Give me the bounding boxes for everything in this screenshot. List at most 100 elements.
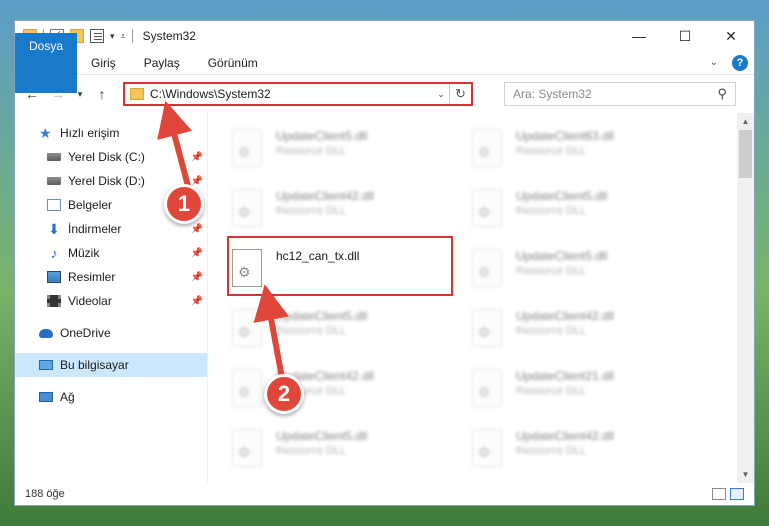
large-icons-view-icon[interactable] [730, 488, 744, 500]
file-item[interactable]: ⚙ UpdateClient5.dll Resource DLL [232, 303, 472, 363]
network-icon [39, 392, 53, 402]
pin-icon[interactable]: 📌 [191, 152, 203, 163]
file-item[interactable]: ⚙ UpdateClient42.dll Resource DLL [472, 303, 712, 363]
explorer-window: ▾ ⩡ System32 — ☐ ✕ Dosya Giriş Paylaş Gö… [14, 20, 755, 506]
file-type: Resource DLL [516, 385, 587, 397]
file-item[interactable]: ⚙ UpdateClient42.dll Resource DLL [232, 183, 472, 243]
dll-file-icon: ⚙ [232, 309, 262, 347]
sidebar-item-network[interactable]: Ağ [15, 385, 207, 409]
tab-share[interactable]: Paylaş [130, 51, 194, 75]
target-dll-file-item[interactable]: ⚙ hc12_can_tx.dll [232, 243, 472, 303]
file-type: Resource DLL [276, 445, 347, 457]
toolbar-divider [131, 29, 133, 43]
file-grid: ⚙ UpdateClient5.dll Resource DLL ⚙ Update… [232, 123, 712, 483]
search-input[interactable] [513, 87, 718, 101]
sidebar-item-local-disk-c[interactable]: Yerel Disk (C:) 📌 [15, 145, 207, 169]
sidebar-item-label: Müzik [68, 246, 100, 260]
sidebar-item-label: Belgeler [68, 198, 113, 212]
refresh-icon[interactable]: ↻ [449, 84, 471, 104]
sidebar-item-music[interactable]: ♪ Müzik 📌 [15, 241, 207, 265]
sidebar-item-label: Bu bilgisayar [60, 358, 129, 372]
pin-icon[interactable]: 📌 [191, 248, 203, 259]
cloud-icon [39, 328, 53, 338]
file-name: hc12_can_tx.dll [276, 249, 360, 263]
file-type: Resource DLL [276, 325, 347, 337]
pin-icon[interactable]: 📌 [191, 272, 203, 283]
step-2-badge: 2 [264, 374, 304, 414]
scroll-up-arrow-icon[interactable]: ▲ [737, 113, 754, 130]
file-name: UpdateClient21.dll [516, 369, 615, 383]
file-name: UpdateClient42.dll [516, 309, 615, 323]
chevron-down-icon[interactable]: ▾ [110, 31, 115, 42]
file-type: Resource DLL [516, 325, 587, 337]
scrollbar-thumb[interactable] [739, 130, 752, 178]
expand-ribbon-chevron-icon[interactable]: ⌄ [710, 57, 718, 68]
sidebar-item-label: Videolar [68, 294, 112, 308]
file-item[interactable]: ⚙ UpdateClient5.dll Resource DLL [472, 243, 712, 303]
view-options-icon[interactable] [90, 29, 104, 43]
sidebar-item-label: Yerel Disk (D:) [68, 174, 145, 188]
up-arrow-icon[interactable]: ↑ [91, 83, 113, 105]
status-bar: 188 öğe [15, 483, 754, 505]
computer-icon [39, 360, 53, 370]
sidebar-item-onedrive[interactable]: OneDrive [15, 321, 207, 345]
file-item[interactable]: ⚙ UpdateClient21.dll Resource DLL [472, 363, 712, 423]
window-title: System32 [142, 29, 196, 43]
vertical-scrollbar[interactable]: ▲ ▼ [737, 113, 754, 483]
download-arrow-icon: ⬇ [48, 221, 60, 237]
sidebar-item-label: Resimler [68, 270, 116, 284]
sidebar-item-quick-access[interactable]: ★ Hızlı erişim [15, 121, 207, 145]
customize-toolbar-icon[interactable]: ⩡ [121, 31, 126, 42]
file-item[interactable]: ⚙ UpdateClient5.dll Resource DLL [232, 123, 472, 183]
address-bar[interactable]: C:\Windows\System32 ⌄ ↻ [123, 82, 473, 106]
dll-file-icon: ⚙ [472, 129, 502, 167]
sidebar-item-this-pc[interactable]: Bu bilgisayar [15, 353, 207, 377]
pin-icon[interactable]: 📌 [191, 224, 203, 235]
file-item[interactable]: ⚙ UpdateClient5.dll Resource DLL [232, 423, 472, 483]
scroll-down-arrow-icon[interactable]: ▼ [737, 466, 754, 483]
file-name: UpdateClient42.dll [276, 189, 375, 203]
file-item[interactable]: ⚙ UpdateClient63.dll Resource DLL [472, 123, 712, 183]
file-item[interactable]: ⚙ UpdateClient5.dll Resource DLL [472, 183, 712, 243]
dll-file-gear-icon: ⚙ [232, 249, 262, 287]
tab-home[interactable]: Giriş [77, 51, 130, 75]
file-item[interactable]: ⚙ UpdateClient42.dll Resource DLL [472, 423, 712, 483]
item-count: 188 öğe [25, 488, 65, 500]
dll-file-icon: ⚙ [232, 369, 262, 407]
sidebar-item-videos[interactable]: Videolar 📌 [15, 289, 207, 313]
sidebar-item-label: Hızlı erişim [60, 126, 120, 140]
details-view-icon[interactable] [712, 488, 726, 500]
tab-file[interactable]: Dosya [15, 32, 78, 93]
dll-file-icon: ⚙ [472, 189, 502, 227]
folder-icon [130, 88, 144, 100]
search-box[interactable]: ⚲ [504, 82, 736, 106]
file-name: UpdateClient42.dll [516, 429, 615, 443]
step-1-badge: 1 [164, 184, 204, 224]
tab-view[interactable]: Görünüm [194, 51, 272, 75]
maximize-button[interactable]: ☐ [662, 21, 708, 51]
dll-file-icon: ⚙ [232, 189, 262, 227]
file-type: Resource DLL [516, 445, 587, 457]
file-type: Resource DLL [516, 265, 587, 277]
help-icon[interactable]: ? [732, 54, 748, 71]
drive-icon [47, 153, 61, 161]
sidebar-item-label: Ağ [60, 390, 75, 404]
pin-icon[interactable]: 📌 [191, 176, 203, 187]
dll-file-icon: ⚙ [472, 369, 502, 407]
file-name: UpdateClient63.dll [516, 129, 615, 143]
sidebar-item-pictures[interactable]: Resimler 📌 [15, 265, 207, 289]
minimize-button[interactable]: — [616, 21, 662, 51]
documents-icon [47, 199, 61, 211]
file-type: Resource DLL [516, 145, 587, 157]
address-path[interactable]: C:\Windows\System32 [150, 87, 433, 101]
address-dropdown-chevron-icon[interactable]: ⌄ [433, 89, 449, 100]
file-name: UpdateClient5.dll [276, 309, 368, 323]
close-button[interactable]: ✕ [708, 21, 754, 51]
file-name: UpdateClient5.dll [276, 429, 368, 443]
dll-file-icon: ⚙ [472, 429, 502, 467]
dll-file-icon: ⚙ [472, 309, 502, 347]
navigation-pane: ★ Hızlı erişim Yerel Disk (C:) 📌 Yerel D… [15, 113, 208, 483]
file-name: UpdateClient5.dll [276, 129, 368, 143]
pin-icon[interactable]: 📌 [191, 296, 203, 307]
content-area: ★ Hızlı erişim Yerel Disk (C:) 📌 Yerel D… [15, 113, 754, 483]
